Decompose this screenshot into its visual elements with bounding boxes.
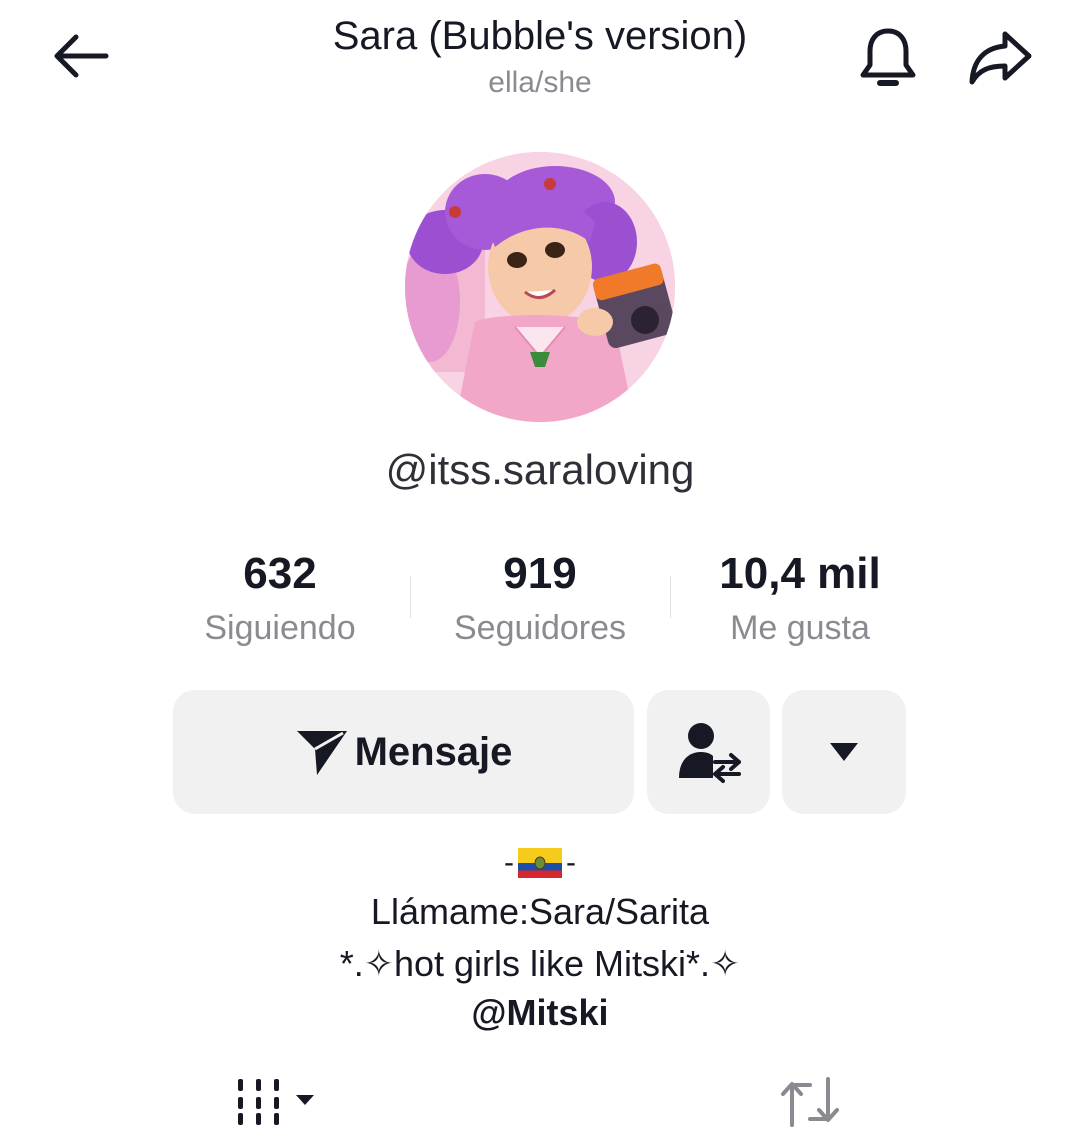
grid-icon [238,1079,314,1125]
stat-following-label: Siguiendo [204,609,356,647]
repost-icon [781,1077,839,1127]
ecuador-flag [518,848,562,878]
bio-mention-link[interactable]: @Mitski [140,990,940,1036]
bio-line-2: *.✧hot girls like Mitski*.✧ [339,943,741,984]
stat-followers[interactable]: 919 Seguidores [410,548,670,648]
stat-likes[interactable]: 10,4 mil Me gusta [670,548,930,648]
profile-handle: @itss.saraloving [385,446,695,493]
avatar[interactable] [405,152,675,422]
notifications-button[interactable] [852,22,924,94]
tab-videos-grid[interactable] [232,1070,332,1134]
arrow-left-icon [54,34,109,78]
profile-pronouns: ella/she [488,66,592,99]
paper-plane-icon [296,731,347,775]
bio-flag-suffix: - [566,846,576,879]
bell-icon [860,28,916,86]
stat-following[interactable]: 632 Siguiendo [150,548,410,648]
bio-line-1: Llámame:Sara/Sarita [370,891,710,932]
stat-followers-label: Seguidores [453,609,626,647]
avatar-illustration [405,152,675,422]
bio-flag-prefix: - [504,846,514,879]
stat-likes-label: Me gusta [730,609,870,647]
stat-following-value: 632 [243,549,317,598]
message-button-label: Mensaje [354,729,513,774]
bio-flag-line: - - [140,840,940,886]
follow-status-button[interactable] [647,690,770,814]
tab-reposts[interactable] [772,1070,848,1134]
profile-title: Sara (Bubble's version) [332,14,748,58]
content-tabs [0,1060,1080,1142]
share-arrow-icon [969,31,1032,85]
caret-down-icon [830,743,858,761]
profile-stats: 632 Siguiendo 919 Seguidores 10,4 mil Me… [150,548,930,658]
profile-actions: Mensaje [0,690,1080,814]
user-swap-icon [678,723,741,783]
profile-bio: - - Llámame:Sara/Sarita *.✧hot girls lik… [140,840,940,1036]
suggestions-toggle-button[interactable] [782,690,906,814]
back-button[interactable] [44,24,116,88]
share-button[interactable] [962,22,1038,94]
stat-followers-value: 919 [503,549,577,598]
stat-likes-value: 10,4 mil [719,549,881,598]
top-bar: Sara (Bubble's version) ella/she [0,0,1080,110]
message-button[interactable]: Mensaje [173,690,634,814]
